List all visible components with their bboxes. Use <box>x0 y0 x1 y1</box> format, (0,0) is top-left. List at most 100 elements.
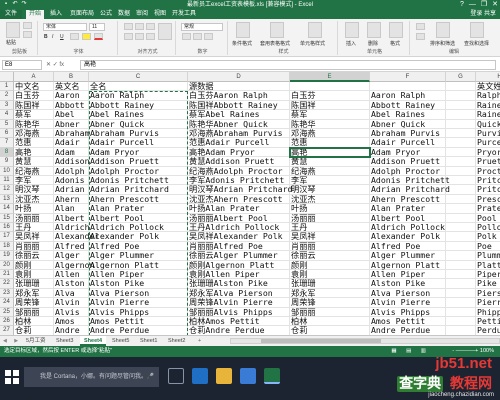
align-left-icon[interactable] <box>124 33 133 40</box>
row-header[interactable]: 4 <box>0 110 14 120</box>
cell-styles-icon[interactable] <box>308 22 322 38</box>
edge-browser-icon[interactable] <box>192 368 208 384</box>
tab-formulas[interactable]: 公式 <box>100 10 112 19</box>
sheet-tab[interactable]: Sheet2 <box>164 336 189 346</box>
tab-review[interactable]: 审阅 <box>136 10 148 19</box>
align-center-icon[interactable] <box>135 33 144 40</box>
currency-icon[interactable] <box>182 33 191 40</box>
merge-icon[interactable] <box>158 23 172 40</box>
microphone-icon[interactable]: 🎤 <box>147 367 154 387</box>
sheet-tab[interactable]: Sheet5 <box>108 336 133 346</box>
grid-cell[interactable]: Andre Perdue <box>370 325 446 335</box>
grid-cell[interactable]: Andre <box>54 325 89 335</box>
grid-cell[interactable] <box>446 185 476 195</box>
horizontal-scrollbar[interactable] <box>230 338 500 344</box>
grid-cell[interactable] <box>446 251 476 261</box>
grid-cell[interactable] <box>446 138 476 148</box>
row-header[interactable]: 10 <box>0 166 14 176</box>
row-header[interactable]: 5 <box>0 119 14 129</box>
column-header-f[interactable]: F <box>370 72 446 82</box>
tab-insert[interactable]: 插入 <box>50 10 62 19</box>
row-header[interactable]: 15 <box>0 213 14 223</box>
row-header[interactable]: 2 <box>0 91 14 101</box>
bold-button[interactable]: B <box>44 34 48 40</box>
grid-cell[interactable] <box>446 213 476 223</box>
row-header[interactable]: 17 <box>0 232 14 242</box>
sheet-nav-arrows[interactable]: ◀ ▶ <box>3 338 21 344</box>
grid-cell[interactable] <box>446 176 476 186</box>
align-top-icon[interactable] <box>124 23 133 30</box>
conditional-format-icon[interactable] <box>236 22 250 38</box>
cortana-search-box[interactable]: 我是 Cortana，小娜。有问题尽管问我。 🎤 <box>24 367 159 387</box>
row-header[interactable]: 3 <box>0 100 14 111</box>
grid-cell[interactable] <box>446 204 476 214</box>
row-header[interactable]: 19 <box>0 251 14 261</box>
grid-cell[interactable] <box>446 241 476 252</box>
grid-cell[interactable] <box>446 194 476 205</box>
row-header[interactable]: 22 <box>0 279 14 289</box>
paste-icon[interactable] <box>6 22 20 38</box>
windows-start-icon[interactable] <box>4 369 20 385</box>
row-header[interactable]: 9 <box>0 157 14 167</box>
tab-file[interactable]: 文件 <box>0 10 22 19</box>
row-header[interactable]: 27 <box>0 326 14 335</box>
grid-cell[interactable] <box>446 307 476 317</box>
grid-cell[interactable]: 仓莉Andre Perdue <box>188 325 290 335</box>
sheet-tab[interactable]: Sheet1 <box>136 336 161 346</box>
row-header[interactable]: 8 <box>0 147 14 158</box>
row-header[interactable]: 20 <box>0 260 14 270</box>
grid-cell[interactable]: Perdue <box>476 325 500 335</box>
help-button[interactable]: ? <box>460 0 464 10</box>
active-cell[interactable]: 高艳 <box>289 146 371 159</box>
sort-filter-icon[interactable] <box>436 22 450 38</box>
tab-page-layout[interactable]: 页面布局 <box>70 10 94 19</box>
sheet-tab-active[interactable]: Sheet4 <box>80 336 107 346</box>
italic-button[interactable]: I <box>52 34 53 40</box>
grid-cell[interactable] <box>446 166 476 176</box>
autosum-icon[interactable] <box>416 23 425 30</box>
scroll-thumb[interactable] <box>261 339 381 343</box>
delete-cells-icon[interactable] <box>367 22 381 38</box>
select-all-corner[interactable] <box>0 72 14 82</box>
restore-button[interactable]: ❐ <box>481 0 487 10</box>
file-explorer-icon[interactable] <box>216 368 232 384</box>
row-header[interactable]: 7 <box>0 138 14 148</box>
row-header[interactable]: 6 <box>0 129 14 139</box>
store-icon[interactable] <box>240 368 256 384</box>
add-sheet-button[interactable]: + <box>194 336 205 346</box>
comma-icon[interactable] <box>204 33 213 40</box>
find-select-icon[interactable] <box>470 22 484 38</box>
row-header[interactable]: 25 <box>0 307 14 317</box>
fx-icon[interactable]: ✕ ✓ fx <box>46 60 64 70</box>
formula-input[interactable]: 高艳 <box>80 60 496 70</box>
align-middle-icon[interactable] <box>135 23 144 30</box>
percent-icon[interactable] <box>193 33 202 40</box>
tab-developer[interactable]: 开发工具 <box>172 10 196 19</box>
grid-cell[interactable] <box>446 82 476 92</box>
fill-color-icon[interactable] <box>82 33 91 40</box>
grid-cell[interactable] <box>446 260 476 270</box>
sheet-tab[interactable]: 5月工资 <box>22 336 50 346</box>
grid-cell[interactable] <box>446 326 476 335</box>
column-header-g[interactable]: G <box>446 72 476 82</box>
fill-icon[interactable] <box>416 33 425 40</box>
grid-cell[interactable] <box>446 157 476 167</box>
grid-cell[interactable]: 仓莉 <box>14 325 54 335</box>
grid-cell[interactable] <box>446 288 476 299</box>
grid-cell[interactable] <box>446 100 476 111</box>
format-cells-icon[interactable] <box>389 22 403 38</box>
row-header[interactable]: 21 <box>0 270 14 280</box>
grid-cell[interactable] <box>446 232 476 242</box>
font-name-select[interactable]: 宋体 <box>43 23 87 31</box>
tab-data[interactable]: 数据 <box>118 10 130 19</box>
grid-cell[interactable] <box>446 129 476 139</box>
worksheet-grid[interactable]: A B C D E F G H 1 中文名 英文名 全名 源数据 英文姓 2 白玉芬 Aaron Aaron Ra… <box>0 72 500 335</box>
grid-cell[interactable] <box>446 91 476 101</box>
cut-icon[interactable] <box>23 22 32 29</box>
grid-cell[interactable] <box>446 298 476 308</box>
name-box[interactable]: E8 <box>2 60 42 70</box>
row-header[interactable]: 12 <box>0 185 14 195</box>
view-buttons[interactable]: ▦ ▤ ▥ <box>391 346 430 357</box>
row-header[interactable]: 14 <box>0 204 14 214</box>
grid-cell[interactable]: 仓莉 <box>290 325 370 335</box>
